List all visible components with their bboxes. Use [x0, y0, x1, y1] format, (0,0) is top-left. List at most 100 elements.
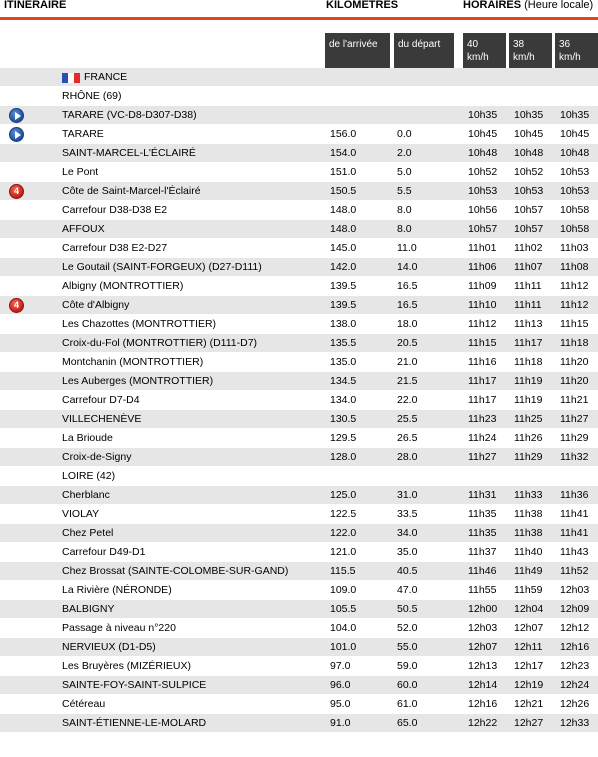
time-38: 11h29: [514, 451, 543, 463]
horaires-heading: HORAIRES (Heure locale): [463, 0, 593, 17]
time-36: 11h32: [560, 451, 589, 463]
km-arrivee: 122.5: [330, 508, 357, 520]
time-40: 11h27: [468, 451, 497, 463]
time-38: 11h19: [514, 375, 543, 387]
time-40: 11h17: [468, 375, 497, 387]
km-arrivee: 96.0: [330, 679, 351, 691]
km-arrivee: 95.0: [330, 698, 351, 710]
time-36: 12h03: [560, 584, 590, 596]
time-40: 11h10: [468, 299, 497, 311]
time-38: 11h59: [514, 584, 543, 596]
time-40: 12h14: [468, 679, 498, 691]
table-row: Les Chazottes (MONTROTTIER) 138.0 18.0 11h1…: [0, 315, 598, 334]
time-36: 10h45: [560, 128, 590, 140]
time-40: 11h09: [468, 280, 497, 292]
time-38: 11h02: [514, 242, 543, 254]
time-38: 11h38: [514, 508, 543, 520]
table-row: SAINTE-FOY-SAINT-SULPICE 96.0 60.0 12h14 12h…: [0, 676, 598, 695]
place-name: Les Bruyères (MIZÉRIEUX): [62, 660, 191, 672]
km-depart: 31.0: [397, 489, 418, 501]
time-40: 11h17: [468, 394, 497, 406]
place-name: Cétéreau: [62, 698, 106, 710]
col-header-speed-38[interactable]: 38 km/h: [509, 33, 552, 70]
km-arrivee: 135.0: [330, 356, 357, 368]
time-36: 11h20: [560, 356, 589, 368]
place-name: La Brioude: [62, 432, 113, 444]
table-row: Carrefour D49-D1 121.0 35.0 11h37 11h40 11h43: [0, 543, 598, 562]
time-38: 10h45: [514, 128, 544, 140]
time-40: 11h31: [468, 489, 497, 501]
km-depart: 0.0: [397, 128, 412, 140]
time-40: 11h06: [468, 261, 497, 273]
km-arrivee: 91.0: [330, 717, 351, 729]
place-name: Côte d'Albigny: [62, 299, 130, 311]
km-depart: 14.0: [397, 261, 418, 273]
km-arrivee: 148.0: [330, 204, 357, 216]
km-arrivee: 97.0: [330, 660, 351, 672]
km-depart: 21.5: [397, 375, 418, 387]
time-36: 11h52: [560, 565, 589, 577]
km-depart: 61.0: [397, 698, 418, 710]
km-depart: 25.5: [397, 413, 418, 425]
place-name: Carrefour D7-D4: [62, 394, 140, 406]
time-38: 10h52: [514, 166, 544, 178]
km-arrivee: 139.5: [330, 299, 357, 311]
km-arrivee: 104.0: [330, 622, 357, 634]
km-arrivee: 142.0: [330, 261, 357, 273]
table-row: NERVIEUX (D1-D5) 101.0 55.0 12h07 12h11 12h16: [0, 638, 598, 657]
km-arrivee: 154.0: [330, 147, 357, 159]
km-depart: 20.5: [397, 337, 418, 349]
km-depart: 59.0: [397, 660, 418, 672]
km-arrivee: 138.0: [330, 318, 357, 330]
region-name: RHÔNE (69): [62, 90, 122, 102]
depart-label: du départ: [398, 39, 441, 50]
time-40: 11h55: [468, 584, 497, 596]
col-header-speed-40[interactable]: 40 km/h: [463, 33, 506, 70]
time-36: 10h35: [560, 109, 590, 121]
table-row: Croix-du-Fol (MONTROTTIER) (D111-D7) 135.…: [0, 334, 598, 353]
time-40: 10h45: [468, 128, 498, 140]
place-name: Croix-de-Signy: [62, 451, 132, 463]
km-depart: 33.5: [397, 508, 418, 520]
table-row: Chez Petel 122.0 34.0 11h35 11h38 11h41: [0, 524, 598, 543]
place-name: TARARE (VC-D8-D307-D38): [62, 109, 197, 121]
table-row: Montchanin (MONTROTTIER) 135.0 21.0 11h16 11…: [0, 353, 598, 372]
km-arrivee: 122.0: [330, 527, 357, 539]
km-arrivee: 134.5: [330, 375, 357, 387]
table-row: Cherblanc 125.0 31.0 11h31 11h33 11h36: [0, 486, 598, 505]
km-depart: 11.0: [397, 242, 417, 254]
km-arrivee: 128.0: [330, 451, 357, 463]
time-36: 10h58: [560, 204, 590, 216]
table-row: Carrefour D7-D4 134.0 22.0 11h17 11h19 11h21: [0, 391, 598, 410]
place-name: Carrefour D38 E2-D27: [62, 242, 168, 254]
time-36: 11h29: [560, 432, 589, 444]
place-name: Carrefour D38-D38 E2: [62, 204, 168, 216]
col-header-depart[interactable]: du départ: [394, 33, 454, 70]
time-40: 11h16: [468, 356, 497, 368]
table-row: Chez Brossat (SAINTE-COLOMBE-SUR-GAND) 11…: [0, 562, 598, 581]
climb-category-4-icon: 4: [9, 298, 24, 313]
time-40: 10h52: [468, 166, 498, 178]
time-40: 10h35: [468, 109, 498, 121]
time-38: 12h27: [514, 717, 544, 729]
col-header-arrivee[interactable]: de l'arrivée: [325, 33, 390, 70]
time-36: 12h33: [560, 717, 590, 729]
time-36: 10h53: [560, 166, 590, 178]
time-38: 11h33: [514, 489, 543, 501]
km-arrivee: 125.0: [330, 489, 357, 501]
col-header-speed-36[interactable]: 36 km/h: [555, 33, 598, 70]
km-arrivee: 121.0: [330, 546, 357, 558]
time-38: 12h21: [514, 698, 544, 710]
time-40: 10h56: [468, 204, 498, 216]
time-36: 10h58: [560, 223, 590, 235]
table-row: SAINT-MARCEL-L'ÉCLAIRÉ 154.0 2.0 10h48 10h48…: [0, 144, 598, 163]
table-row: TARARE 156.0 0.0 10h45 10h45 10h45: [0, 125, 598, 144]
km-depart: 22.0: [397, 394, 418, 406]
km-depart: 40.5: [397, 565, 418, 577]
country-name: FRANCE: [84, 71, 128, 83]
kilometres-heading: KILOMETRES: [326, 0, 399, 11]
time-38: 10h35: [514, 109, 544, 121]
start-play-icon: [9, 127, 24, 142]
km-depart: 8.0: [397, 223, 412, 235]
time-40: 11h15: [468, 337, 497, 349]
